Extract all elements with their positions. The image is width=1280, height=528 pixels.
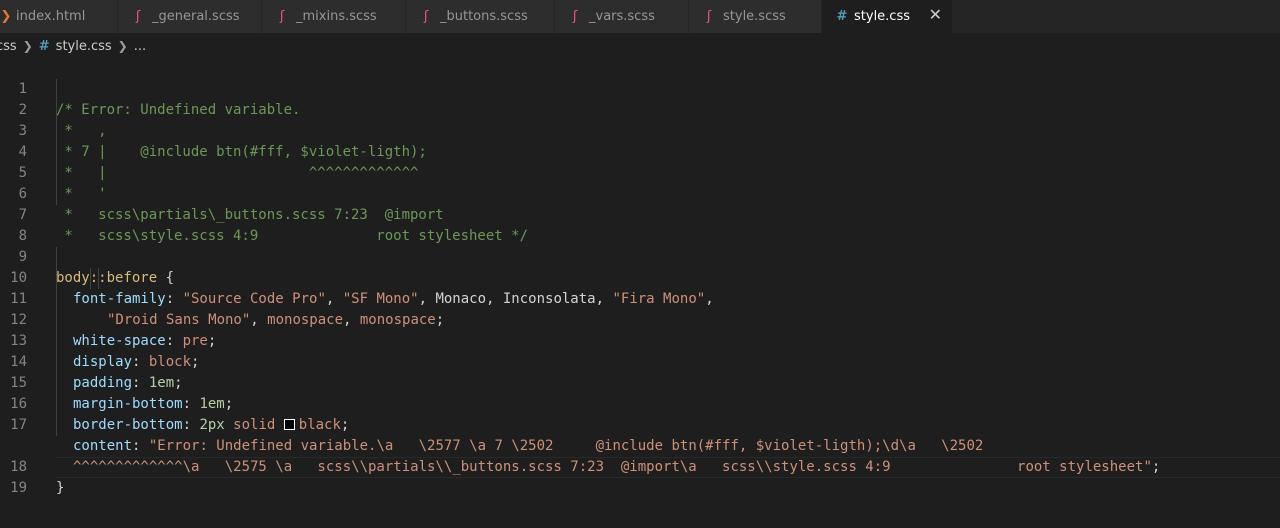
sass-icon: ʃ: [572, 9, 578, 24]
tab-mixins-scss[interactable]: ʃ _mixins.scss: [262, 0, 406, 33]
tab-label: style.css: [854, 9, 910, 24]
line-number: 19: [10, 480, 27, 496]
breadcrumb-symbol[interactable]: ...: [134, 39, 146, 54]
tab-label: _mixins.scss: [296, 9, 377, 24]
sass-icon: ʃ: [706, 9, 712, 24]
tab-label: style.scss: [723, 9, 786, 24]
code-line: 19: [0, 457, 1280, 496]
tab-index-html[interactable]: ❯ index.html: [0, 0, 118, 33]
code-line: 10 font-family: "Source Code Pro", "SF M…: [0, 247, 1280, 307]
editor-tab-bar: ❯ index.html ʃ _general.scss ʃ _mixins.s…: [0, 0, 1280, 33]
close-icon[interactable]: ✕: [929, 7, 942, 23]
sass-icon: ʃ: [135, 9, 141, 24]
code-editor[interactable]: 1 /* Error: Undefined variable. 2 * , 3 …: [0, 58, 1280, 528]
code-line: 12 white-space: pre;: [0, 289, 1280, 349]
tab-label: _general.scss: [152, 9, 240, 24]
code-line: 7 * scss\style.scss 4:9 root stylesheet …: [0, 184, 1280, 244]
tab-style-css[interactable]: # style.css ✕: [822, 0, 953, 33]
code-line: 15 margin-bottom: 1em;: [0, 352, 1280, 412]
tab-label: index.html: [16, 9, 86, 24]
css-icon: #: [836, 9, 848, 24]
tab-label: _vars.scss: [589, 9, 655, 24]
tab-style-scss[interactable]: ʃ style.scss: [689, 0, 822, 33]
sass-icon: ʃ: [423, 9, 429, 24]
code-line: 6 * scss\partials\_buttons.scss 7:23 @im…: [0, 163, 1280, 223]
css-icon: #: [38, 38, 50, 54]
code-line: 3 * 7 | @include btn(#fff, $violet-ligth…: [0, 100, 1280, 160]
breadcrumb: css ❯ # style.css ❯ ...: [0, 33, 1280, 59]
code-line: 18 }: [0, 436, 1280, 496]
html-icon: ❯: [0, 9, 12, 24]
tab-buttons-scss[interactable]: ʃ _buttons.scss: [406, 0, 555, 33]
breadcrumb-folder[interactable]: css: [0, 39, 17, 54]
code-line: 14 padding: 1em;: [0, 331, 1280, 391]
tab-general-scss[interactable]: ʃ _general.scss: [118, 0, 262, 33]
sass-icon: ʃ: [279, 9, 285, 24]
chevron-right-icon: ❯: [117, 39, 128, 53]
code-line: 17 content: "Error: Undefined variable.\…: [0, 394, 1280, 454]
code-line: 4 * | ^^^^^^^^^^^^^: [0, 121, 1280, 181]
code-line: 5 * ': [0, 142, 1280, 202]
code-line: 1 /* Error: Undefined variable.: [0, 58, 1280, 118]
code-line: 11 "Droid Sans Mono", monospace, monospa…: [0, 268, 1280, 328]
code-line: 16 border-bottom: 2px solid black;: [0, 373, 1280, 433]
tab-label: _buttons.scss: [440, 9, 528, 24]
code-line: 9 body::before {: [0, 226, 1280, 286]
tab-vars-scss[interactable]: ʃ _vars.scss: [555, 0, 689, 33]
chevron-right-icon: ❯: [22, 39, 33, 53]
close-brace: }: [56, 480, 65, 496]
tab-bar-empty-space: [953, 0, 1280, 33]
code-line-wrapped: ^^^^^^^^^^^^^\a \2575 \a scss\\partials\…: [0, 415, 1280, 475]
code-line: 8: [0, 205, 1280, 244]
code-line: 13 display: block;: [0, 310, 1280, 370]
code-line: 2 * ,: [0, 79, 1280, 139]
breadcrumb-file[interactable]: style.css: [56, 39, 112, 54]
